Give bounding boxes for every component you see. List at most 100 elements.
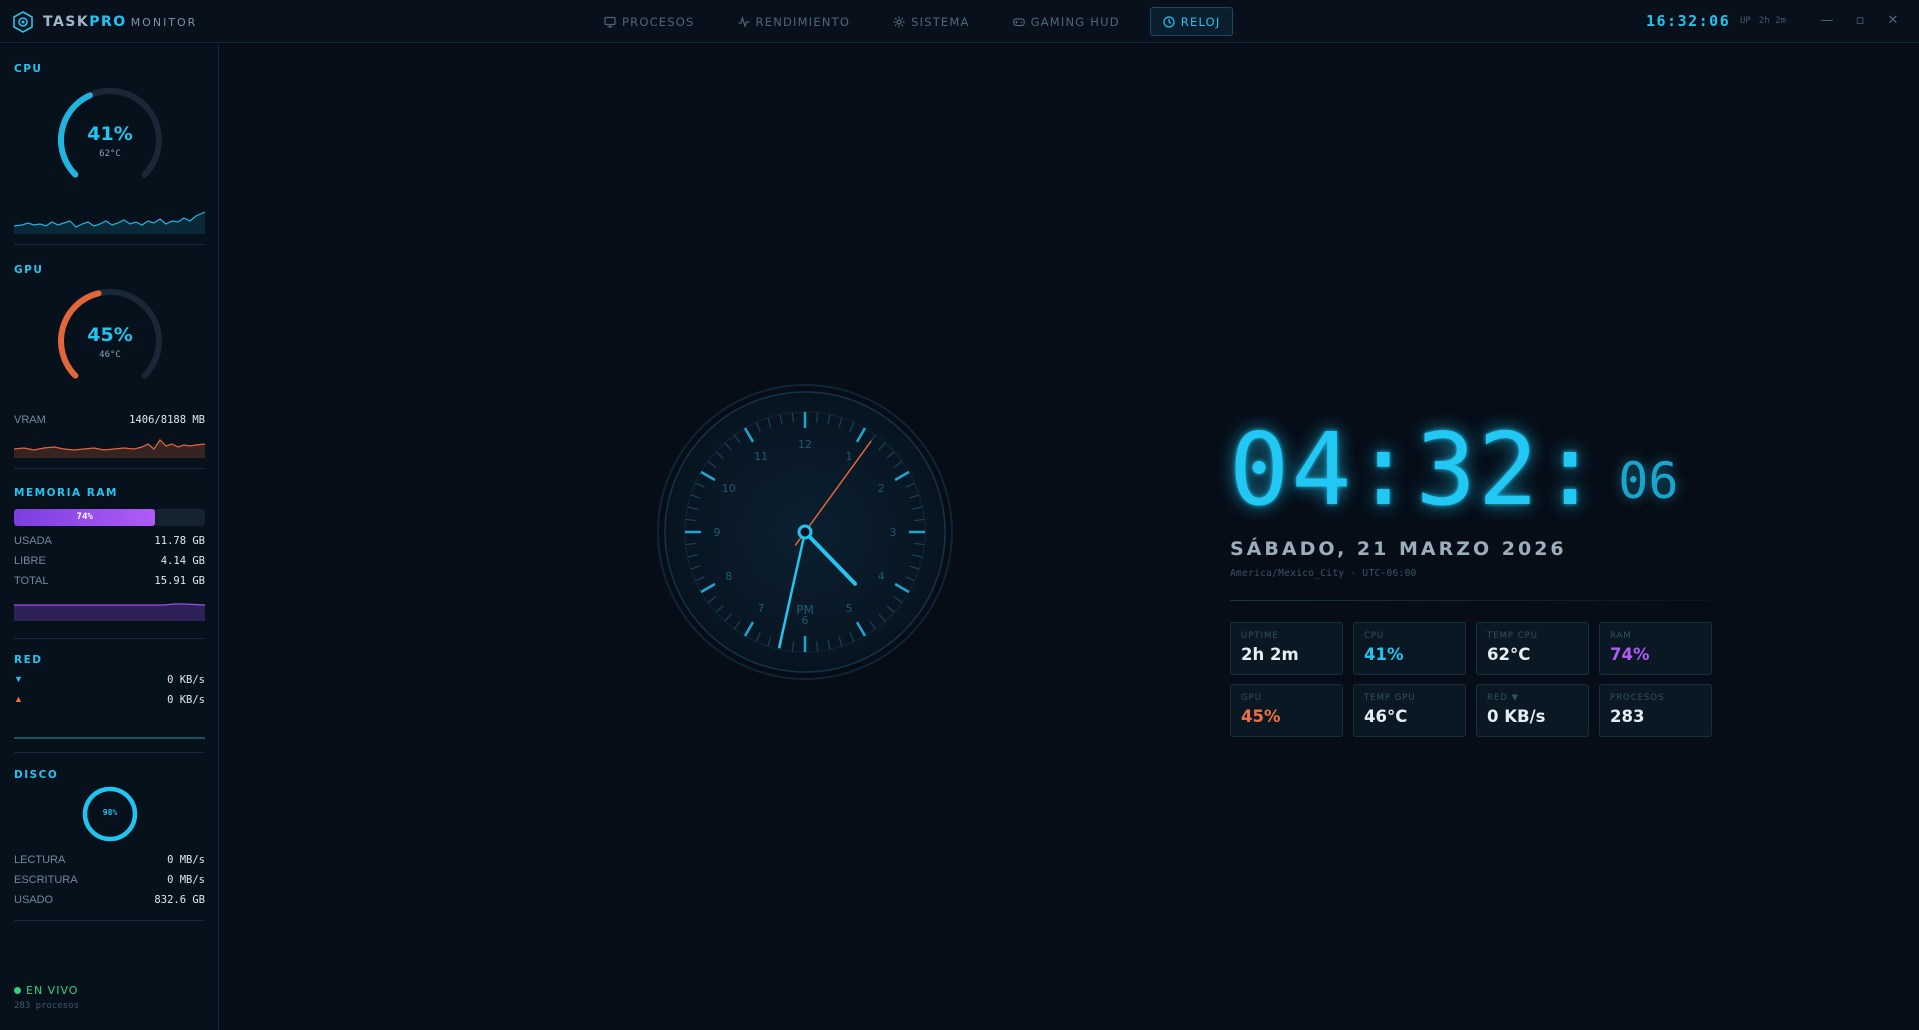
clock-number: 11 xyxy=(754,450,768,463)
ram-row-label: TOTAL xyxy=(14,575,49,587)
tab-rendimiento[interactable]: RENDIMIENTO xyxy=(725,7,864,36)
stat-card-processes: PROCESOS 283 xyxy=(1599,684,1712,737)
stat-label: TEMP CPU xyxy=(1487,631,1539,641)
cpu-sparkline xyxy=(14,211,205,234)
net-section-title: RED xyxy=(14,654,43,666)
stat-card-gpu: GPU 45% xyxy=(1230,684,1343,737)
maximize-button[interactable]: ▫ xyxy=(1849,10,1871,32)
net-upload-row: ▲ 0 KB/s xyxy=(14,694,205,708)
ram-row-label: LIBRE xyxy=(14,555,46,567)
stat-value: 41% xyxy=(1364,645,1404,664)
tab-reloj[interactable]: RELOJ xyxy=(1149,7,1234,36)
stat-value: 46°C xyxy=(1364,707,1408,726)
disk-percent: 98% xyxy=(102,808,118,817)
ram-usage-bar: 74% xyxy=(14,509,205,526)
header-clock: 16:32:06 xyxy=(1646,12,1731,30)
section-divider xyxy=(14,244,205,245)
ram-row-value: 4.14 GB xyxy=(160,555,205,567)
stat-value: 0 KB/s xyxy=(1487,707,1546,726)
stat-label: UPTIME xyxy=(1241,631,1279,641)
clock-number: 5 xyxy=(846,602,853,615)
tab-label: GAMING HUD xyxy=(1030,14,1120,29)
disk-row-label: LECTURA xyxy=(14,854,66,866)
disk-row-value: 832.6 GB xyxy=(154,894,205,906)
app-title: TASKPRO MONITOR xyxy=(43,14,198,30)
stat-label: RAM xyxy=(1610,631,1632,641)
ram-row-free: LIBRE 4.14 GB xyxy=(14,555,205,569)
app-logo: TASKPRO MONITOR xyxy=(12,11,197,33)
clock-number: 9 xyxy=(714,526,721,539)
uptime-label: UP xyxy=(1740,16,1751,26)
gpu-percent: 45% xyxy=(87,324,133,346)
clock-number: 7 xyxy=(758,602,765,615)
net-download-value: 0 KB/s xyxy=(167,674,205,686)
clock-number: 4 xyxy=(878,570,885,583)
stat-value: 62°C xyxy=(1487,645,1531,664)
vram-row: VRAM 1406/8188 MB xyxy=(14,414,205,428)
monitor-icon xyxy=(604,16,616,27)
clock-divider xyxy=(1230,600,1710,601)
stat-card-uptime: UPTIME 2h 2m xyxy=(1230,622,1343,675)
stat-value: 45% xyxy=(1241,707,1281,726)
disk-read-row: LECTURA 0 MB/s xyxy=(14,854,205,868)
live-dot-icon xyxy=(14,987,21,994)
cpu-percent: 41% xyxy=(87,123,133,145)
disk-row-value: 0 MB/s xyxy=(167,874,205,886)
digital-hours-minutes: 04:32: xyxy=(1229,411,1603,528)
disk-row-label: USADO xyxy=(14,894,54,906)
close-button[interactable]: ✕ xyxy=(1882,10,1904,32)
upload-arrow-icon: ▲ xyxy=(14,694,23,704)
tab-label: RELOJ xyxy=(1180,14,1221,29)
stat-value: 2h 2m xyxy=(1241,645,1299,664)
gear-icon xyxy=(893,16,905,27)
cpu-section-title: CPU xyxy=(14,63,43,75)
ram-row-value: 15.91 GB xyxy=(154,575,205,587)
minimize-button[interactable]: — xyxy=(1816,10,1838,32)
stat-card-temp-gpu: TEMP GPU 46°C xyxy=(1353,684,1466,737)
digital-clock: 04:32: 06 xyxy=(1229,400,1678,520)
section-divider xyxy=(14,638,205,639)
clock-view: 12 1 2 3 4 5 6 7 8 9 10 11 PM 04:32: 06 SÁBADO, 21 … xyxy=(220,44,1919,1030)
vram-label: VRAM xyxy=(14,414,46,426)
header-uptime: UP 2h 2m xyxy=(1740,16,1794,26)
gpu-section-title: GPU xyxy=(14,264,44,276)
clock-meridiem: PM xyxy=(796,603,814,617)
disk-write-row: ESCRITURA 0 MB/s xyxy=(14,874,205,888)
cpu-temp: 62°C xyxy=(99,149,121,159)
clock-number: 1 xyxy=(846,450,853,463)
stat-card-ram: RAM 74% xyxy=(1599,622,1712,675)
stat-card-network: RED ▼ 0 KB/s xyxy=(1476,684,1589,737)
clock-number: 10 xyxy=(722,482,736,495)
disk-used-row: USADO 832.6 GB xyxy=(14,894,205,908)
ram-row-label: USADA xyxy=(14,535,52,547)
gpu-temp: 46°C xyxy=(99,350,121,360)
stat-label: TEMP GPU xyxy=(1364,693,1416,703)
process-count: 283 procesos xyxy=(14,1001,80,1011)
tab-procesos[interactable]: PROCESOS xyxy=(591,7,708,36)
activity-icon xyxy=(738,15,750,28)
stat-value: 74% xyxy=(1610,645,1650,664)
main-tabs: PROCESOS RENDIMIENTO SISTEMA GAMING HUD … xyxy=(591,7,1250,36)
disk-section-title: DISCO xyxy=(14,769,59,781)
tab-sistema[interactable]: SISTEMA xyxy=(880,7,982,36)
live-label: EN VIVO xyxy=(26,984,79,997)
download-arrow-icon: ▼ xyxy=(14,674,23,684)
stat-value: 283 xyxy=(1610,707,1645,726)
ram-row-used: USADA 11.78 GB xyxy=(14,535,205,549)
stat-label: RED ▼ xyxy=(1487,693,1520,703)
timezone-display: America/Mexico_City · UTC-06:00 xyxy=(1230,568,1417,579)
title-bar: TASKPRO MONITOR PROCESOS RENDIMIENTO SIST… xyxy=(0,0,1919,43)
clock-number: 2 xyxy=(878,482,885,495)
stat-label: GPU xyxy=(1241,693,1262,703)
ram-usage-label: 74% xyxy=(76,512,93,522)
stat-card-cpu: CPU 41% xyxy=(1353,622,1466,675)
tab-gaming-hud[interactable]: GAMING HUD xyxy=(1000,7,1133,36)
sidebar: CPU 41% 62°C GPU 45% 46°C VRAM 1406/8188… xyxy=(0,44,219,1030)
ram-row-value: 11.78 GB xyxy=(154,535,205,547)
net-download-row: ▼ 0 KB/s xyxy=(14,674,205,688)
digital-seconds: 06 xyxy=(1618,452,1679,510)
section-divider xyxy=(14,920,205,921)
disk-row-value: 0 MB/s xyxy=(167,854,205,866)
clock-icon xyxy=(1163,15,1175,28)
uptime-value: 2h 2m xyxy=(1758,16,1786,26)
